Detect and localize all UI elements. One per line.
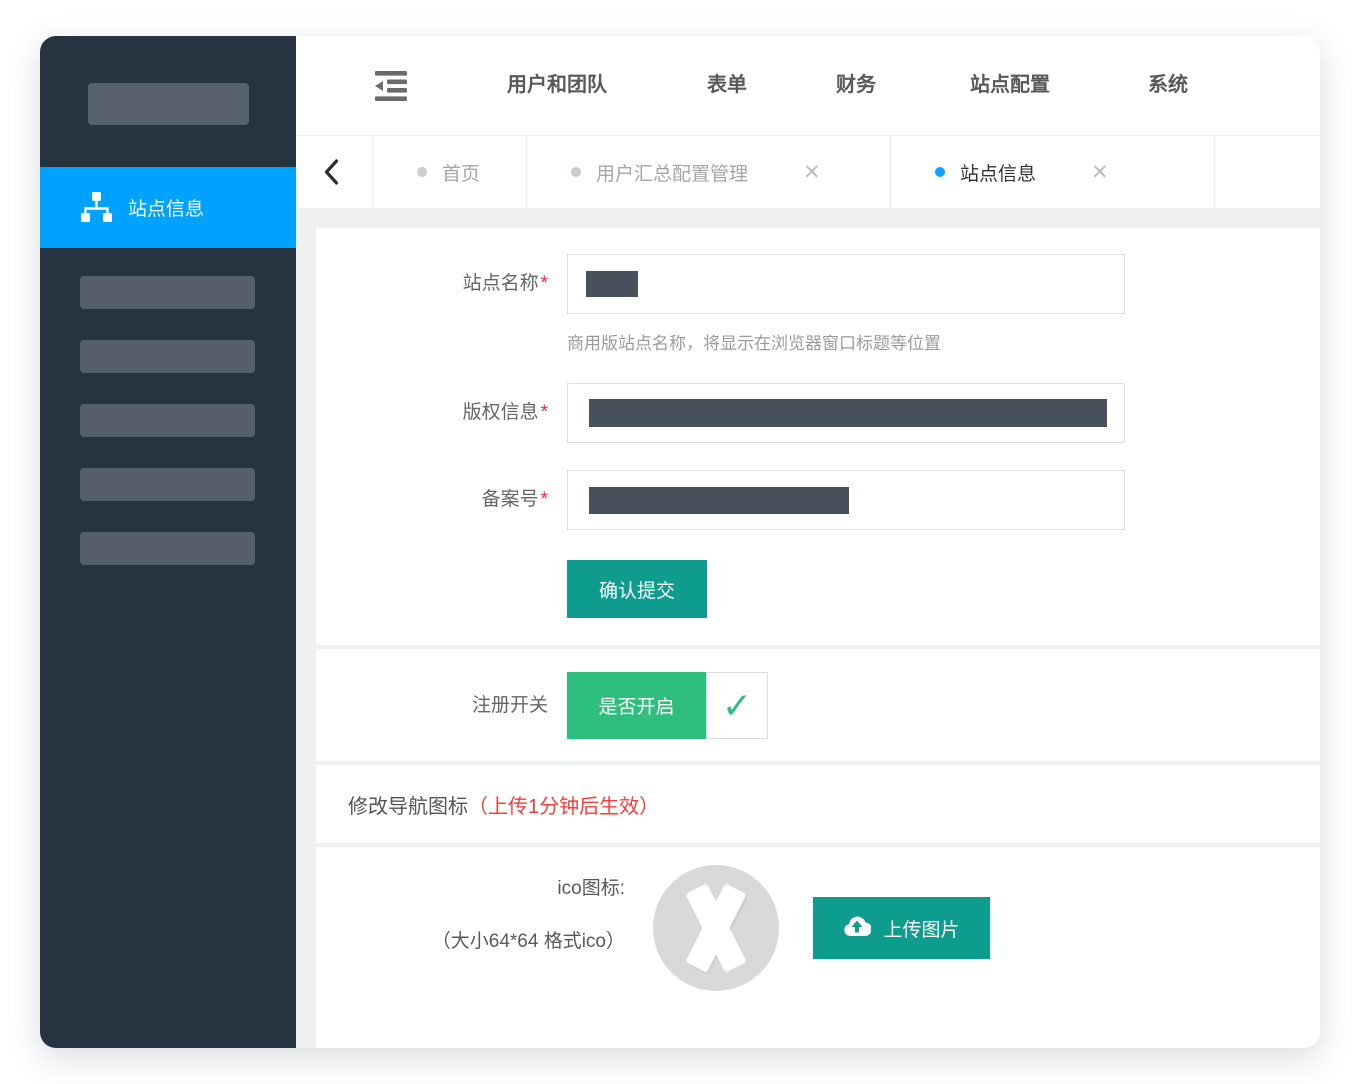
sidebar: 站点信息 [40, 36, 296, 1048]
main-area: 用户和团队 表单 财务 站点配置 系统 首页 [296, 36, 1320, 1048]
copyright-label: 版权信息* [316, 383, 548, 443]
tab-bar: 首页 用户汇总配置管理 ✕ 站点信息 ✕ [296, 135, 1320, 208]
check-icon: ✓ [722, 685, 752, 727]
required-asterisk: * [541, 489, 548, 510]
sidebar-item-site-info[interactable]: 站点信息 [40, 167, 296, 248]
ico-size-hint: （大小64*64 格式ico） [316, 926, 625, 953]
upload-image-button[interactable]: 上传图片 [813, 897, 990, 959]
nav-item-users-teams[interactable]: 用户和团队 [507, 36, 607, 135]
nav-item-system[interactable]: 系统 [1148, 36, 1188, 135]
tab-status-dot [571, 167, 581, 177]
sidebar-item-label: 站点信息 [128, 194, 204, 221]
sitemap-icon [80, 192, 113, 223]
redacted-value [586, 271, 638, 297]
cloud-upload-icon [843, 914, 871, 943]
register-switch-label: 注册开关 [316, 672, 548, 739]
tab-site-info[interactable]: 站点信息 ✕ [890, 136, 1215, 208]
tab-status-dot [417, 167, 427, 177]
required-asterisk: * [541, 273, 548, 294]
top-navbar: 用户和团队 表单 财务 站点配置 系统 [296, 36, 1320, 135]
current-ico-preview [653, 865, 779, 991]
required-asterisk: * [541, 402, 548, 423]
record-number-input[interactable] [567, 470, 1125, 530]
confirm-submit-button[interactable]: 确认提交 [567, 560, 707, 618]
sidebar-item-placeholder[interactable] [80, 532, 255, 565]
site-info-form-section: 站点名称* 商用版站点名称，将显示在浏览器窗口标题等位置 版权信息* 备案号* [316, 228, 1320, 645]
tab-status-dot [935, 167, 945, 177]
ico-label: ico图标: [316, 873, 625, 900]
tab-label: 用户汇总配置管理 [596, 159, 748, 186]
close-icon[interactable]: ✕ [1091, 162, 1109, 183]
sidebar-item-placeholder[interactable] [80, 276, 255, 309]
nav-item-finance[interactable]: 财务 [836, 36, 876, 135]
nav-item-site-config[interactable]: 站点配置 [970, 36, 1050, 135]
copyright-input[interactable] [567, 383, 1125, 443]
back-chevron-icon[interactable] [322, 136, 341, 208]
tab-label: 站点信息 [960, 159, 1036, 186]
site-name-input[interactable] [567, 254, 1125, 314]
register-toggle-button[interactable]: 是否开启 [567, 672, 706, 739]
sidebar-item-placeholder[interactable] [80, 404, 255, 437]
tab-list: 首页 用户汇总配置管理 ✕ 站点信息 ✕ [372, 136, 1215, 208]
nav-icon-notice: （上传1分钟后生效） [468, 790, 659, 819]
content-area: 站点名称* 商用版站点名称，将显示在浏览器窗口标题等位置 版权信息* 备案号* [296, 208, 1320, 1048]
sidebar-item-placeholder[interactable] [80, 340, 255, 373]
site-name-hint: 商用版站点名称，将显示在浏览器窗口标题等位置 [567, 329, 941, 354]
close-icon[interactable]: ✕ [803, 162, 821, 183]
upload-button-label: 上传图片 [883, 915, 959, 942]
record-number-label: 备案号* [316, 470, 548, 530]
ico-upload-section: ico图标: （大小64*64 格式ico） 上传图片 [316, 847, 1320, 1048]
site-name-label: 站点名称* [316, 254, 548, 314]
sidebar-item-placeholder[interactable] [80, 468, 255, 501]
nav-item-forms[interactable]: 表单 [707, 36, 747, 135]
redacted-value [589, 487, 849, 514]
tab-label: 首页 [442, 159, 480, 186]
nav-icon-header-section: 修改导航图标（上传1分钟后生效） [316, 765, 1320, 843]
redacted-value [589, 399, 1107, 427]
tab-home[interactable]: 首页 [372, 136, 526, 208]
register-enabled-checkbox[interactable]: ✓ [706, 672, 768, 739]
nav-icon-title: 修改导航图标 [348, 790, 468, 819]
logo-placeholder [88, 83, 249, 125]
app-window: 站点信息 [40, 36, 1320, 1048]
screenshot-canvas: 站点信息 [0, 0, 1360, 1084]
register-switch-section: 注册开关 是否开启 ✓ [316, 649, 1320, 761]
menu-fold-icon[interactable] [375, 71, 407, 101]
tab-user-summary-config[interactable]: 用户汇总配置管理 ✕ [526, 136, 890, 208]
